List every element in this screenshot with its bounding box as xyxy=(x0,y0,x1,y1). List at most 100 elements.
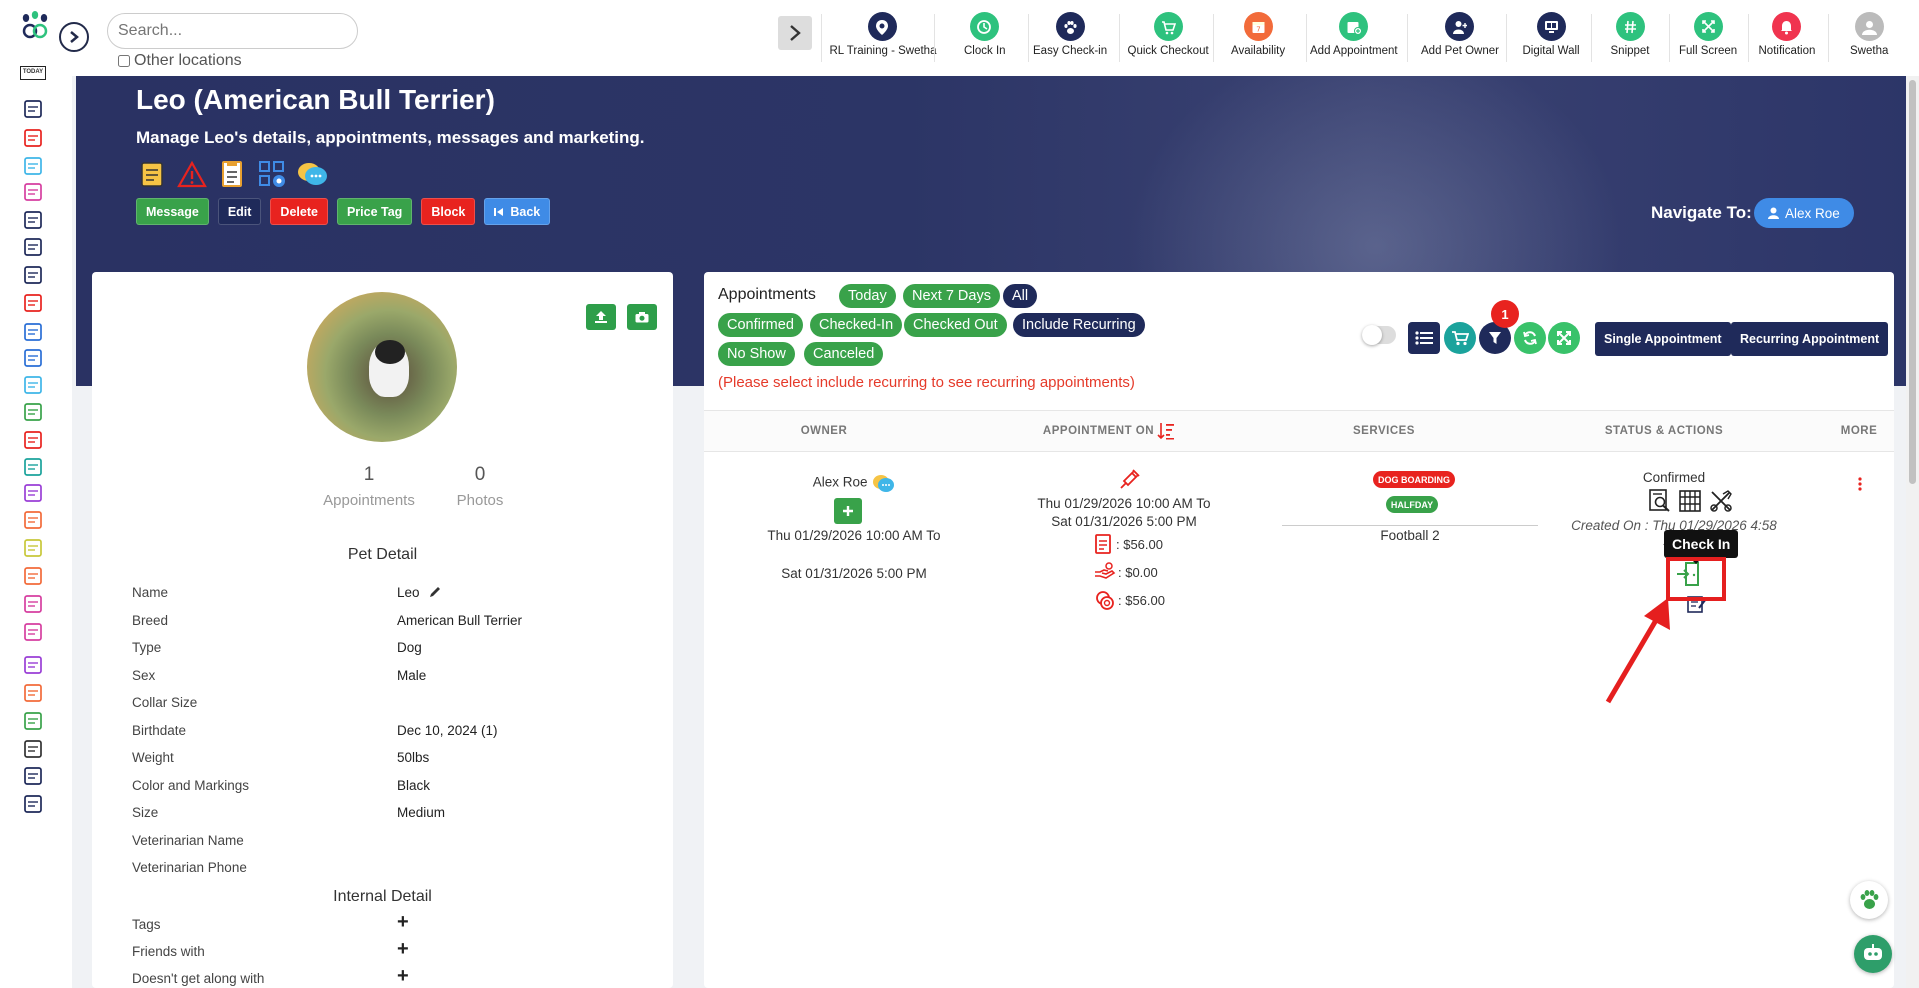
sidebar-paw-icon[interactable] xyxy=(22,155,44,177)
grooming-tools-icon[interactable] xyxy=(1709,489,1733,513)
filter-canceled[interactable]: Canceled xyxy=(804,342,884,366)
toolbar-availability-button[interactable]: 7 Availability xyxy=(1231,12,1285,64)
sidebar-thumbs-up-icon[interactable] xyxy=(22,654,44,676)
sidebar-store-icon[interactable] xyxy=(22,181,44,203)
filter-checked-out[interactable]: Checked Out xyxy=(904,313,1007,337)
navigate-owner-button[interactable]: Alex Roe xyxy=(1754,198,1854,228)
page-scrollbar[interactable] xyxy=(1906,76,1919,988)
add-owner-item-button[interactable] xyxy=(834,498,862,524)
qr-code-icon[interactable] xyxy=(256,158,288,190)
filter-checked-in[interactable]: Checked-In xyxy=(810,313,903,337)
sidebar-user-icon[interactable] xyxy=(22,565,44,587)
sidebar-grid-icon[interactable] xyxy=(22,374,44,396)
toolbar-toggle-button[interactable] xyxy=(778,16,812,50)
sidebar-calendar-check-icon[interactable] xyxy=(22,347,44,369)
toolbar-add-appointment-button[interactable]: Add Appointment xyxy=(1310,12,1398,64)
filter-confirmed[interactable]: Confirmed xyxy=(718,313,803,337)
kennel-icon[interactable] xyxy=(1679,489,1701,513)
toolbar-rl-training-swetha-button[interactable]: RL Training - Swetha xyxy=(830,12,936,64)
pet-detail-key: Name xyxy=(132,585,169,600)
paw-help-button[interactable] xyxy=(1850,881,1888,919)
view-details-icon[interactable] xyxy=(1649,489,1671,513)
sidebar-reports-lock-icon[interactable] xyxy=(22,710,44,732)
invoice-amount: : $56.00 xyxy=(1116,536,1163,552)
upload-photo-button[interactable] xyxy=(586,304,616,330)
toolbar-clock-in-button[interactable]: Clock In xyxy=(964,12,1006,64)
invoice-amount-row[interactable]: : $56.00 xyxy=(1094,534,1163,554)
sidebar-timer-icon[interactable] xyxy=(22,401,44,423)
list-view-button[interactable] xyxy=(1408,322,1440,354)
view-toggle-switch[interactable] xyxy=(1362,325,1396,345)
camera-button[interactable] xyxy=(627,304,657,330)
sidebar-tools-lock-icon[interactable] xyxy=(22,793,44,815)
cart-button[interactable] xyxy=(1444,322,1476,354)
refresh-button[interactable] xyxy=(1514,322,1546,354)
toolbar-quick-checkout-button[interactable]: Quick Checkout xyxy=(1128,12,1209,64)
chat-bubbles-icon[interactable] xyxy=(296,158,328,190)
toolbar-digital-wall-button[interactable]: Digital Wall xyxy=(1523,12,1580,64)
toolbar-full-screen-button[interactable]: Full Screen xyxy=(1679,12,1737,64)
paid-amount-row[interactable]: : $0.00 xyxy=(1094,562,1158,582)
sidebar-expand-button[interactable] xyxy=(59,22,89,52)
sidebar-location-icon[interactable] xyxy=(22,236,44,258)
filter-all[interactable]: All xyxy=(1003,284,1038,308)
single-appointment-button[interactable]: Single Appointment xyxy=(1595,322,1731,356)
sidebar-gallery-icon[interactable] xyxy=(22,621,44,643)
other-locations-check[interactable] xyxy=(118,55,130,67)
sidebar-calendar-icon[interactable] xyxy=(22,321,44,343)
filter-include-recurring[interactable]: Include Recurring xyxy=(1013,313,1145,337)
sidebar-invoice-icon[interactable] xyxy=(22,429,44,451)
sidebar-paw-print-icon[interactable] xyxy=(22,509,44,531)
edit-name-pencil-icon[interactable] xyxy=(428,585,442,602)
more-options-icon[interactable] xyxy=(1857,476,1863,495)
appointments-stat[interactable]: 1 Appointments xyxy=(314,464,424,509)
sidebar-today-icon[interactable]: TODAY xyxy=(20,66,46,80)
sidebar-chat-icon[interactable] xyxy=(22,593,44,615)
owner-cell[interactable]: Alex Roe xyxy=(804,473,904,493)
photos-stat[interactable]: 0 Photos xyxy=(425,464,535,509)
search-input[interactable] xyxy=(107,13,358,49)
sidebar-calendar-grid-icon[interactable] xyxy=(22,127,44,149)
add-plus-button[interactable]: + xyxy=(397,965,409,988)
other-locations-checkbox[interactable]: Other locations xyxy=(118,52,242,70)
toolbar-swetha-button[interactable]: Swetha xyxy=(1850,12,1888,64)
sidebar-dashboard-icon[interactable] xyxy=(22,98,44,120)
app-logo-icon[interactable] xyxy=(18,10,52,40)
chat-support-button[interactable] xyxy=(1854,935,1892,973)
warning-icon[interactable] xyxy=(176,158,208,190)
recurring-appointment-button[interactable]: Recurring Appointment xyxy=(1731,322,1889,356)
edit-button[interactable]: Edit xyxy=(217,198,262,225)
sidebar-calendar-edit-icon[interactable] xyxy=(22,292,44,314)
message-button[interactable]: Message xyxy=(136,198,209,225)
filter-next-7-days[interactable]: Next 7 Days xyxy=(903,284,1000,308)
delete-button[interactable]: Delete xyxy=(270,198,328,225)
sidebar-cart-icon[interactable] xyxy=(22,456,44,478)
sidebar-checklist-icon[interactable] xyxy=(22,209,44,231)
price-tag-button[interactable]: Price Tag xyxy=(336,198,413,225)
toolbar-snippet-button[interactable]: Snippet xyxy=(1611,12,1650,64)
sidebar-time-track-icon[interactable] xyxy=(22,482,44,504)
add-plus-button[interactable]: + xyxy=(397,938,409,961)
sidebar-clock-settings-icon[interactable] xyxy=(22,738,44,760)
check-in-tooltip: Check In xyxy=(1664,530,1739,564)
expand-button[interactable] xyxy=(1548,322,1580,354)
back-button[interactable]: Back xyxy=(484,198,551,225)
filter-today[interactable]: Today xyxy=(839,284,896,308)
filter-no-show[interactable]: No Show xyxy=(718,342,795,366)
toolbar-separator xyxy=(1828,14,1829,62)
sidebar-badge-icon[interactable] xyxy=(22,537,44,559)
sidebar-today-edit-icon[interactable] xyxy=(22,264,44,286)
balance-amount-row[interactable]: : $56.00 xyxy=(1094,590,1165,610)
toolbar-easy-check-in-button[interactable]: Easy Check-in xyxy=(1033,12,1107,64)
block-button[interactable]: Block xyxy=(421,198,476,225)
sidebar-rocket-icon[interactable] xyxy=(22,682,44,704)
toolbar-item-label: Add Appointment xyxy=(1310,45,1398,57)
document-icon[interactable] xyxy=(216,158,248,190)
add-calendar-icon xyxy=(1339,12,1369,41)
toolbar-notification-button[interactable]: Notification xyxy=(1759,12,1815,64)
column-appointment-on[interactable]: APPOINTMENT ON xyxy=(1034,410,1184,452)
notes-icon[interactable] xyxy=(136,158,168,190)
add-plus-button[interactable]: + xyxy=(397,911,409,934)
sidebar-shield-icon[interactable] xyxy=(22,765,44,787)
toolbar-add-pet-owner-button[interactable]: Add Pet Owner xyxy=(1421,12,1499,64)
